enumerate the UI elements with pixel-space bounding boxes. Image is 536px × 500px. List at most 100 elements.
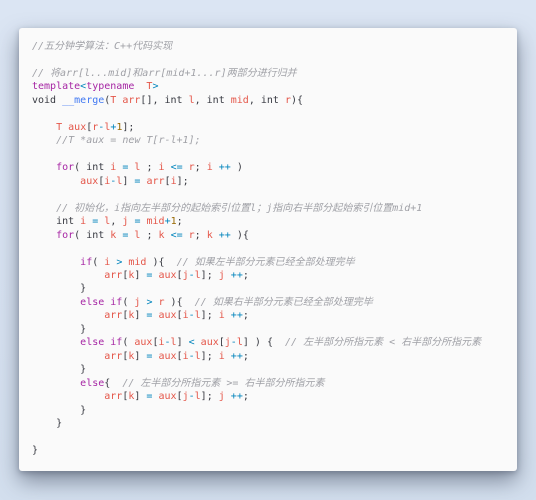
plain-token: ; [176, 216, 183, 228]
plain-token: ]; [176, 175, 189, 187]
plain-token: ; [194, 162, 207, 174]
keyword-token: if [80, 256, 93, 268]
keyword-token: typename [86, 81, 135, 93]
plain-token: ; [140, 162, 159, 174]
identifier-token: aux [80, 175, 99, 187]
comment-token: //五分钟学算法：C++代码实现 [32, 41, 173, 52]
identifier-token: mid [146, 216, 165, 228]
code-line: //T *aux = new T[r-l+1]; [32, 134, 481, 147]
plain-token: ] [134, 391, 147, 403]
code-line: } [32, 363, 481, 376]
operator-token: ++ [230, 269, 243, 281]
comment-token: // 初始化，i指向左半部分的起始索引位置l；j指向右半部分起始索引位置mid+… [56, 202, 423, 214]
keyword-token: for [56, 229, 75, 241]
plain-token: ; [242, 350, 249, 362]
identifier-token: mid [230, 94, 249, 106]
plain-token: ; [140, 229, 159, 241]
plain-token: , [110, 216, 123, 228]
code-line: } [32, 417, 481, 430]
plain-token: void [32, 94, 63, 106]
comment-token: // 左半部分所指元素 >= 右半部分所指元素 [122, 377, 325, 389]
comment-token: // 左半部分所指元素 < 右半部分所指元素 [285, 337, 482, 349]
plain-token: } [32, 323, 87, 335]
code-line: else if( aux[i-l] < aux[j-l] ) { // 左半部分… [32, 336, 481, 349]
plain-token: ]; [200, 269, 219, 281]
plain-token: ]; [200, 310, 219, 322]
code-line: } [32, 323, 481, 336]
keyword-token: template [32, 81, 81, 93]
plain-token: } [32, 445, 39, 457]
comment-token: //T *aux = new T[r-l+1]; [56, 135, 201, 147]
code-snippet-card: //五分钟学算法：C++代码实现 // 将arr[l...mid]和arr[mid… [19, 28, 517, 471]
identifier-token: aux [68, 121, 87, 133]
keyword-token: else [80, 377, 105, 389]
identifier-token: arr [104, 269, 123, 281]
code-line: for( int i = l ; i <= r; i ++ ) [32, 161, 481, 174]
identifier-token: aux [134, 337, 153, 349]
plain-token: ( [122, 296, 135, 308]
code-line: if( i > mid ){ // 如果左半部分元素已经全部处理完毕 [32, 256, 481, 269]
operator-token: ++ [218, 162, 231, 174]
plain-token: ( [92, 256, 105, 268]
plain-token: , int [248, 94, 285, 106]
plain-token: ] [134, 350, 147, 362]
code-line: //五分钟学算法：C++代码实现 [32, 40, 481, 53]
code-line: } [32, 444, 481, 457]
code-line: T aux[r-l+1]; [32, 121, 481, 134]
identifier-token: aux [158, 310, 177, 322]
plain-token: ; [194, 229, 207, 241]
plain-token: ( int [74, 162, 111, 174]
code-line: template<typename T> [32, 80, 481, 93]
plain-token: ] [122, 175, 135, 187]
code-line: else if( j > r ){ // 如果右半部分元素已经全部处理完毕 [32, 296, 481, 309]
plain-token: ){ [290, 94, 304, 106]
plain-token: } [32, 283, 87, 295]
plain-token: } [32, 418, 63, 430]
plain-token: int [32, 216, 81, 228]
plain-token: [], int [140, 94, 189, 106]
code-line: } [32, 404, 481, 417]
identifier-token: aux [200, 337, 219, 349]
plain-token: ]; [122, 121, 135, 133]
plain-token: , int [194, 94, 231, 106]
operator-token: <= [170, 229, 183, 241]
keyword-token: for [56, 162, 75, 174]
plain-token: ( [122, 337, 135, 349]
plain-token: ]; [200, 350, 219, 362]
plain-token: ] [176, 337, 189, 349]
code-line: arr[k] = aux[j-l]; j ++; [32, 390, 481, 403]
plain-token: ( int [74, 229, 111, 241]
keyword-token: else if [80, 296, 123, 308]
comment-token: // 如果左半部分元素已经全部处理完毕 [176, 256, 355, 268]
plain-token: ; [242, 269, 249, 281]
operator-token: > [152, 81, 159, 93]
code-line: arr[k] = aux[i-l]; i ++; [32, 309, 481, 322]
plain-token: } [32, 404, 87, 416]
identifier-token: mid [128, 256, 147, 268]
identifier-token: aux [158, 350, 177, 362]
code-line: aux[i-l] = arr[i]; [32, 175, 481, 188]
plain-token: ; [242, 391, 249, 403]
identifier-token: arr [104, 310, 123, 322]
plain-token: } [32, 364, 87, 376]
operator-token: ++ [230, 310, 243, 322]
identifier-token: arr [122, 94, 141, 106]
code-line: // 初始化，i指向左半部分的起始索引位置l；j指向右半部分起始索引位置mid+… [32, 202, 481, 215]
operator-token: ++ [230, 391, 243, 403]
code-line: for( int k = l ; k <= r; k ++ ){ [32, 229, 481, 242]
plain-token: ] [134, 310, 147, 322]
plain-token: ; [242, 310, 249, 322]
plain-token: ){ [164, 296, 195, 308]
